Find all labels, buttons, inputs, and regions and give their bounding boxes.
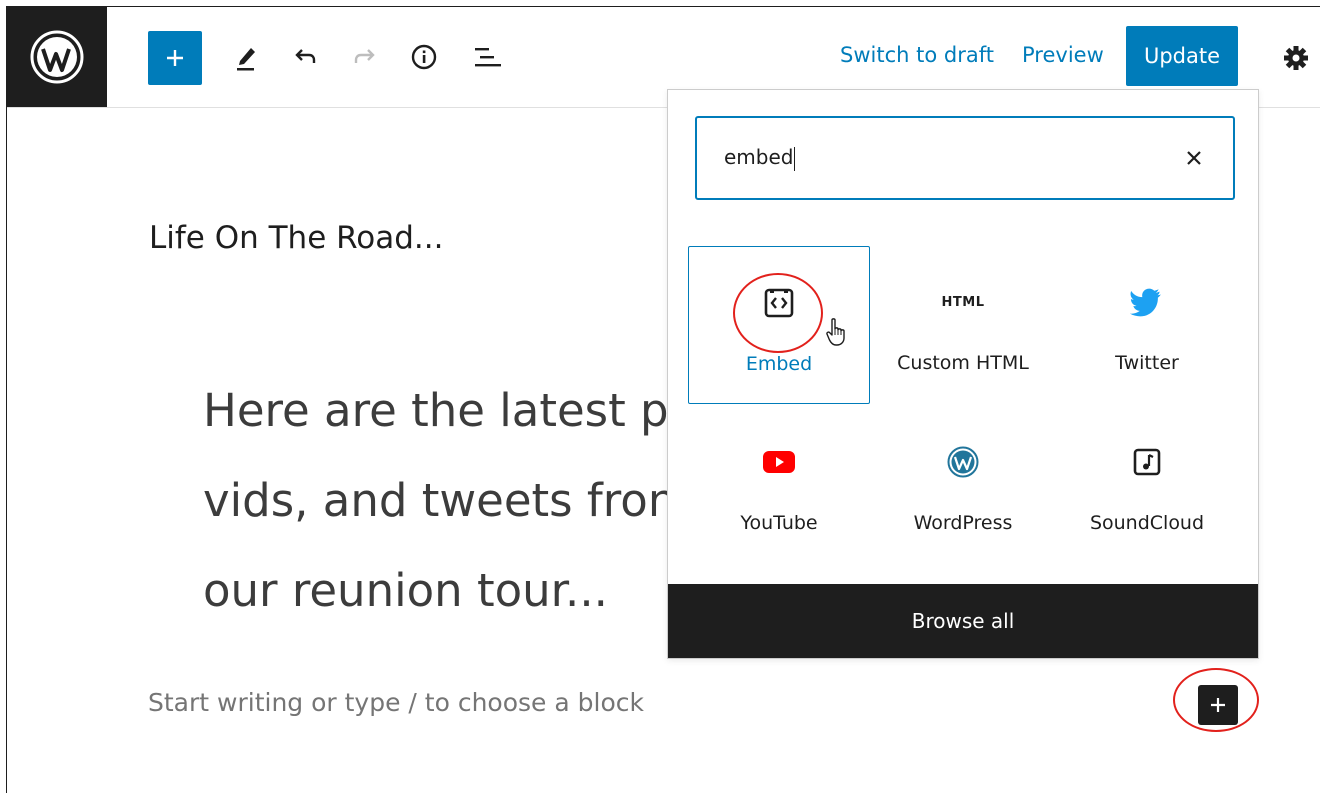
block-item-label: Custom HTML [897,352,1029,374]
close-icon [1187,151,1201,165]
block-item-label: YouTube [740,512,818,534]
block-inserter-popover: embed Embed HTML Custom HTML Twitter You… [667,89,1259,659]
redo-icon [354,49,375,63]
block-item-label: Embed [745,353,813,375]
search-value: embed [724,145,796,171]
html-icon: HTML [872,286,1054,318]
block-item-label: SoundCloud [1089,512,1205,534]
embed-icon [689,287,869,319]
settings-button[interactable] [1279,41,1313,75]
wordpress-icon [872,446,1054,478]
block-item-soundcloud[interactable]: SoundCloud [1056,406,1238,564]
block-item-wordpress[interactable]: WordPress [872,406,1054,564]
wordpress-icon [30,30,84,84]
block-inserter-toggle[interactable] [148,31,202,85]
youtube-icon [688,446,870,478]
pencil-icon [237,48,255,71]
preview-button[interactable]: Preview [1022,43,1104,67]
block-search-input[interactable]: embed [695,116,1235,200]
hand-cursor-icon [826,318,845,346]
undo-icon [295,49,316,63]
switch-to-draft-button[interactable]: Switch to draft [840,43,994,67]
details-button[interactable] [404,37,444,77]
block-item-youtube[interactable]: YouTube [688,406,870,564]
paragraph-block[interactable]: Here are the latest p vids, and tweets f… [203,366,673,636]
redo-button[interactable] [345,37,385,77]
undo-button[interactable] [285,37,325,77]
block-item-label: WordPress [913,512,1013,534]
wordpress-logo-button[interactable] [7,7,107,107]
block-item-custom-html[interactable]: HTML Custom HTML [872,246,1054,404]
clear-search-button[interactable] [1183,147,1205,169]
tools-button[interactable] [226,37,266,77]
post-title[interactable]: Life On The Road... [149,220,444,256]
info-icon [411,44,437,70]
block-item-label: Twitter [1115,352,1179,374]
highlight-annotation [1173,668,1259,732]
paragraph-line: vids, and tweets fron [203,474,673,527]
paragraph-line: our reunion tour... [203,564,608,617]
html-icon-text: HTML [941,294,985,310]
update-button[interactable]: Update [1126,26,1238,86]
default-block-appender[interactable]: Start writing or type / to choose a bloc… [148,688,644,717]
gear-icon [1284,46,1308,70]
plus-icon [167,50,183,66]
twitter-icon [1056,286,1238,318]
paragraph-line: Here are the latest p [203,384,669,437]
block-item-embed[interactable]: Embed [688,246,870,404]
soundcloud-icon [1056,446,1238,478]
browse-all-button[interactable]: Browse all [668,584,1258,658]
list-view-button[interactable] [468,37,508,77]
block-item-twitter[interactable]: Twitter [1056,246,1238,404]
list-view-icon [475,48,501,67]
